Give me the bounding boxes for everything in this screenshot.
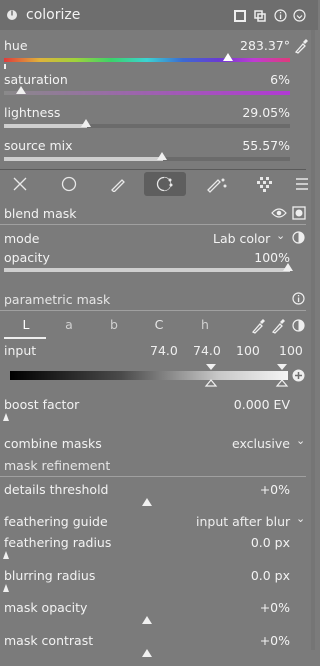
boost-factor-value[interactable]: 0.000 EV	[234, 397, 290, 412]
feathering-guide-label: feathering guide	[4, 514, 108, 529]
mode-label: mode	[4, 231, 40, 246]
eye-icon[interactable]	[271, 207, 287, 219]
mask-refinement-section: mask refinement	[4, 458, 111, 473]
hamburger-menu-icon[interactable]	[295, 177, 309, 191]
blurring-radius-label: blurring radius	[4, 568, 96, 583]
hue-marker[interactable]	[223, 53, 233, 61]
power-icon[interactable]	[6, 9, 18, 21]
details-threshold-marker[interactable]	[142, 498, 152, 506]
source-mix-label: source mix	[4, 138, 73, 153]
combine-masks-label: combine masks	[4, 436, 102, 451]
info-icon[interactable]	[292, 292, 305, 305]
saturation-value[interactable]: 6%	[270, 72, 290, 87]
boost-factor-marker[interactable]	[3, 413, 9, 421]
hue-tick	[4, 64, 6, 69]
channel-tab-h[interactable]: h	[185, 317, 225, 332]
section-divider	[0, 310, 306, 311]
feathering-radius-value[interactable]: 0.0 px	[251, 535, 290, 550]
channel-tab-b[interactable]: b	[94, 317, 134, 332]
combine-masks-dropdown[interactable]: exclusive	[232, 436, 290, 451]
lightness-label: lightness	[4, 105, 61, 120]
reset-icon[interactable]	[293, 9, 306, 22]
blurring-radius-value[interactable]: 0.0 px	[251, 568, 290, 583]
input-value-4[interactable]: 100	[279, 343, 303, 358]
invert-polarity-icon[interactable]	[292, 319, 305, 332]
chevron-down-icon[interactable]: ⌄	[276, 229, 285, 242]
divider	[0, 169, 306, 170]
feathering-radius-label: feathering radius	[4, 535, 112, 550]
source-mix-slider[interactable]	[4, 157, 290, 161]
mask-contrast-label: mask contrast	[4, 633, 94, 648]
source-mix-marker[interactable]	[157, 152, 167, 160]
channel-tab-L[interactable]: L	[6, 317, 46, 332]
mask-display-icon[interactable]	[292, 206, 306, 220]
picker-set-range-icon[interactable]	[271, 318, 285, 334]
saturation-slider[interactable]	[4, 91, 290, 95]
uniform-mask-icon[interactable]	[61, 176, 77, 192]
mask-opacity-value[interactable]: +0%	[260, 600, 290, 615]
color-picker-icon[interactable]	[294, 38, 308, 54]
input-value-2[interactable]: 74.0	[193, 343, 221, 358]
feathering-radius-marker[interactable]	[3, 551, 9, 559]
mask-opacity-marker[interactable]	[142, 616, 152, 624]
add-icon[interactable]	[292, 369, 305, 382]
info-icon[interactable]	[274, 9, 287, 22]
module-title: colorize	[26, 7, 81, 23]
lightness-value[interactable]: 29.05%	[242, 105, 290, 120]
saturation-marker[interactable]	[16, 86, 26, 94]
channel-tab-a[interactable]: a	[49, 317, 89, 332]
hue-slider[interactable]	[4, 58, 290, 62]
details-threshold-value[interactable]: +0%	[260, 482, 290, 497]
blend-mask-section: blend mask	[4, 206, 77, 221]
mask-opacity-label: mask opacity	[4, 600, 88, 615]
mask-contrast-value[interactable]: +0%	[260, 633, 290, 648]
mask-off-icon[interactable]	[13, 177, 27, 191]
section-divider	[0, 476, 306, 477]
chevron-down-icon[interactable]: ⌄	[296, 434, 305, 447]
input-range-markers[interactable]	[200, 362, 296, 388]
hue-label: hue	[4, 38, 28, 53]
drawn-mask-icon[interactable]	[110, 176, 126, 192]
half-circle-icon[interactable]	[292, 231, 305, 244]
picker-icon[interactable]	[251, 318, 265, 334]
opacity-label: opacity	[4, 250, 50, 265]
details-threshold-label: details threshold	[4, 482, 109, 497]
opacity-slider[interactable]	[4, 268, 290, 272]
input-value-3[interactable]: 100	[236, 343, 260, 358]
channel-tab-C[interactable]: C	[139, 317, 179, 332]
preset-icon[interactable]	[234, 10, 246, 22]
source-mix-value[interactable]: 55.57%	[242, 138, 290, 153]
opacity-marker[interactable]	[283, 263, 293, 271]
chevron-down-icon[interactable]: ⌄	[296, 512, 305, 525]
mask-contrast-marker[interactable]	[142, 649, 152, 657]
hue-value[interactable]: 283.37°	[240, 38, 290, 53]
section-divider	[0, 224, 306, 225]
blurring-radius-marker[interactable]	[3, 584, 9, 592]
parametric-mask-section: parametric mask	[4, 292, 111, 307]
mode-dropdown[interactable]: Lab color	[213, 231, 270, 246]
input-value-1[interactable]: 74.0	[150, 343, 178, 358]
feathering-guide-dropdown[interactable]: input after blur	[196, 514, 290, 529]
lightness-marker[interactable]	[81, 119, 91, 127]
drawn-parametric-mask-icon[interactable]	[206, 175, 228, 193]
active-channel-underline	[4, 337, 46, 339]
multi-instance-icon[interactable]	[254, 10, 266, 22]
parametric-mask-icon[interactable]	[156, 176, 174, 192]
saturation-label: saturation	[4, 72, 68, 87]
raster-mask-icon[interactable]	[257, 176, 273, 192]
input-label: input	[4, 343, 37, 358]
lightness-slider[interactable]	[4, 124, 290, 128]
scrollbar[interactable]	[311, 30, 315, 650]
boost-factor-label: boost factor	[4, 397, 80, 412]
